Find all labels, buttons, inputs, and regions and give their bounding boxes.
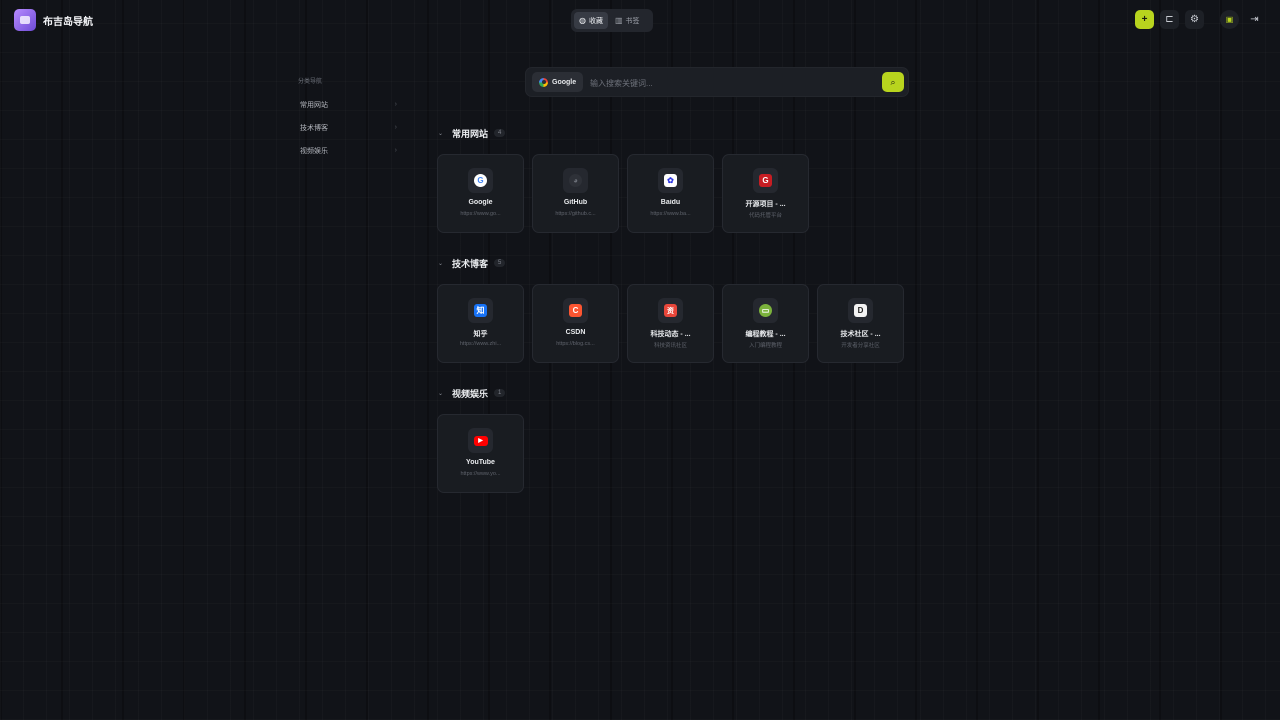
settings-button[interactable]: ⚙: [1185, 10, 1204, 29]
chevron-right-icon: ›: [394, 124, 397, 131]
community-icon: D: [848, 298, 873, 323]
link-card-csdn[interactable]: C CSDN https://blog.cs...: [533, 285, 618, 362]
link-url: https://www.yo...: [460, 471, 501, 477]
mode-switch: ◍ 收藏 ▥ 书签: [571, 9, 653, 32]
link-card-google[interactable]: G Google https://www.go...: [438, 155, 523, 232]
link-name: Google: [468, 199, 493, 206]
chevron-right-icon: ›: [394, 147, 397, 154]
gear-icon: ⚙: [1190, 14, 1199, 25]
csdn-icon: C: [563, 298, 588, 323]
tab-bookmarks-label: 书签: [625, 17, 640, 25]
section-header[interactable]: ⌄ 视频娱乐 1: [438, 385, 523, 401]
link-card-youtube[interactable]: ▶ YouTube https://www.yo...: [438, 415, 523, 492]
gitee-icon: G: [753, 168, 778, 193]
bookmark-icon: ▥: [614, 16, 623, 25]
link-url: https://www.zhi...: [459, 341, 502, 347]
folder-button[interactable]: ⊏: [1160, 10, 1179, 29]
section-count-badge: 5: [494, 259, 506, 267]
category-sidebar: 分类导航 常用网站 › 技术博客 › 视频娱乐 ›: [290, 76, 405, 162]
link-grid: ▶ YouTube https://www.yo...: [438, 415, 523, 492]
section-title: 技术博客: [452, 258, 489, 269]
sidebar-title: 分类导航: [298, 79, 323, 85]
add-button[interactable]: +: [1135, 10, 1154, 29]
brand[interactable]: 布吉岛导航: [14, 9, 93, 31]
tab-bookmarks[interactable]: ▥ 书签: [610, 12, 645, 29]
chevron-down-icon: ⌄: [438, 130, 444, 137]
link-card-baidu[interactable]: ✿ Baidu https://www.ba...: [628, 155, 713, 232]
section-common: ⌄ 常用网站 4 G Google https://www.go... ◕ Gi…: [438, 125, 808, 232]
section-title: 常用网站: [452, 128, 489, 139]
baidu-icon: ✿: [658, 168, 683, 193]
youtube-icon: ▶: [468, 428, 493, 453]
link-name: 技术社区 - ...: [840, 331, 881, 338]
link-url: https://blog.cs...: [556, 341, 595, 347]
sidebar-item-tech[interactable]: 技术博客 ›: [290, 116, 405, 139]
sidebar-item-common[interactable]: 常用网站 ›: [290, 93, 405, 116]
chevron-down-icon: ⌄: [438, 260, 444, 267]
search-bar: Google ⌕: [526, 68, 908, 96]
globe-icon: ◍: [579, 16, 586, 25]
search-engine-label: Google: [552, 78, 577, 86]
news-icon: 资: [658, 298, 683, 323]
link-card-news[interactable]: 资 科技动态 - ... 科技资讯社区: [628, 285, 713, 362]
search-input[interactable]: [588, 73, 862, 93]
section-title: 视频娱乐: [452, 388, 489, 399]
link-name: 知乎: [473, 331, 488, 338]
tutorial-icon: ▭: [753, 298, 778, 323]
link-card-tutorial[interactable]: ▭ 编程教程 - ... 入门编程教程: [723, 285, 808, 362]
link-grid: G Google https://www.go... ◕ GitHub http…: [438, 155, 808, 232]
link-url: 科技资讯社区: [653, 343, 687, 349]
link-card-community[interactable]: D 技术社区 - ... 开发者分享社区: [818, 285, 903, 362]
link-name: CSDN: [565, 329, 586, 336]
app-logo: [14, 9, 36, 31]
zhihu-icon: 知: [468, 298, 493, 323]
section-tech: ⌄ 技术博客 5 知 知乎 https://www.zhi... C CSDN …: [438, 255, 903, 362]
section-count-badge: 4: [494, 129, 506, 137]
link-url: 代码托管平台: [748, 213, 782, 219]
tab-favorites[interactable]: ◍ 收藏: [574, 12, 608, 29]
section-header[interactable]: ⌄ 技术博客 5: [438, 255, 903, 271]
user-avatar[interactable]: ▣: [1220, 10, 1239, 29]
section-count-badge: 1: [494, 389, 506, 397]
link-url: https://www.go...: [460, 211, 501, 217]
search-engine-selector[interactable]: Google: [532, 72, 584, 92]
top-bar: 布吉岛导航 ◍ 收藏 ▥ 书签 + ⊏ ⚙ ▣ ⇥: [0, 0, 1280, 42]
github-icon: ◕: [563, 168, 588, 193]
google-icon: G: [468, 168, 493, 193]
link-card-zhihu[interactable]: 知 知乎 https://www.zhi...: [438, 285, 523, 362]
link-name: 开源项目 - ...: [745, 201, 786, 208]
link-name: 编程教程 - ...: [745, 331, 786, 338]
app-title: 布吉岛导航: [43, 16, 93, 28]
sidebar-item-label: 技术博客: [300, 124, 328, 132]
link-url: 开发者分享社区: [841, 343, 880, 349]
sidebar-item-label: 视频娱乐: [300, 147, 328, 155]
folder-icon: ⊏: [1165, 14, 1174, 25]
logout-icon: ⇥: [1250, 14, 1259, 25]
sidebar-item-label: 常用网站: [300, 101, 328, 109]
google-icon: [539, 77, 548, 87]
section-header[interactable]: ⌄ 常用网站 4: [438, 125, 808, 141]
tab-favorites-label: 收藏: [588, 17, 603, 25]
link-card-gitee[interactable]: G 开源项目 - ... 代码托管平台: [723, 155, 808, 232]
link-grid: 知 知乎 https://www.zhi... C CSDN https://b…: [438, 285, 903, 362]
link-name: GitHub: [563, 199, 588, 206]
link-url: 入门编程教程: [748, 343, 782, 349]
link-card-github[interactable]: ◕ GitHub https://github.c...: [533, 155, 618, 232]
link-name: Baidu: [660, 199, 681, 206]
link-url: https://github.c...: [555, 211, 596, 217]
toolbar: + ⊏ ⚙ ▣ ⇥: [1135, 10, 1264, 29]
search-button[interactable]: ⌕: [882, 72, 904, 92]
sidebar-item-video[interactable]: 视频娱乐 ›: [290, 139, 405, 162]
avatar-icon: ▣: [1225, 15, 1234, 24]
link-name: 科技动态 - ...: [650, 331, 691, 338]
chevron-right-icon: ›: [394, 101, 397, 108]
search-icon: ⌕: [890, 76, 896, 87]
link-url: https://www.ba...: [650, 211, 691, 217]
section-video: ⌄ 视频娱乐 1 ▶ YouTube https://www.yo...: [438, 385, 523, 492]
chevron-down-icon: ⌄: [438, 390, 444, 397]
logout-button[interactable]: ⇥: [1245, 10, 1264, 29]
link-name: YouTube: [466, 459, 495, 466]
